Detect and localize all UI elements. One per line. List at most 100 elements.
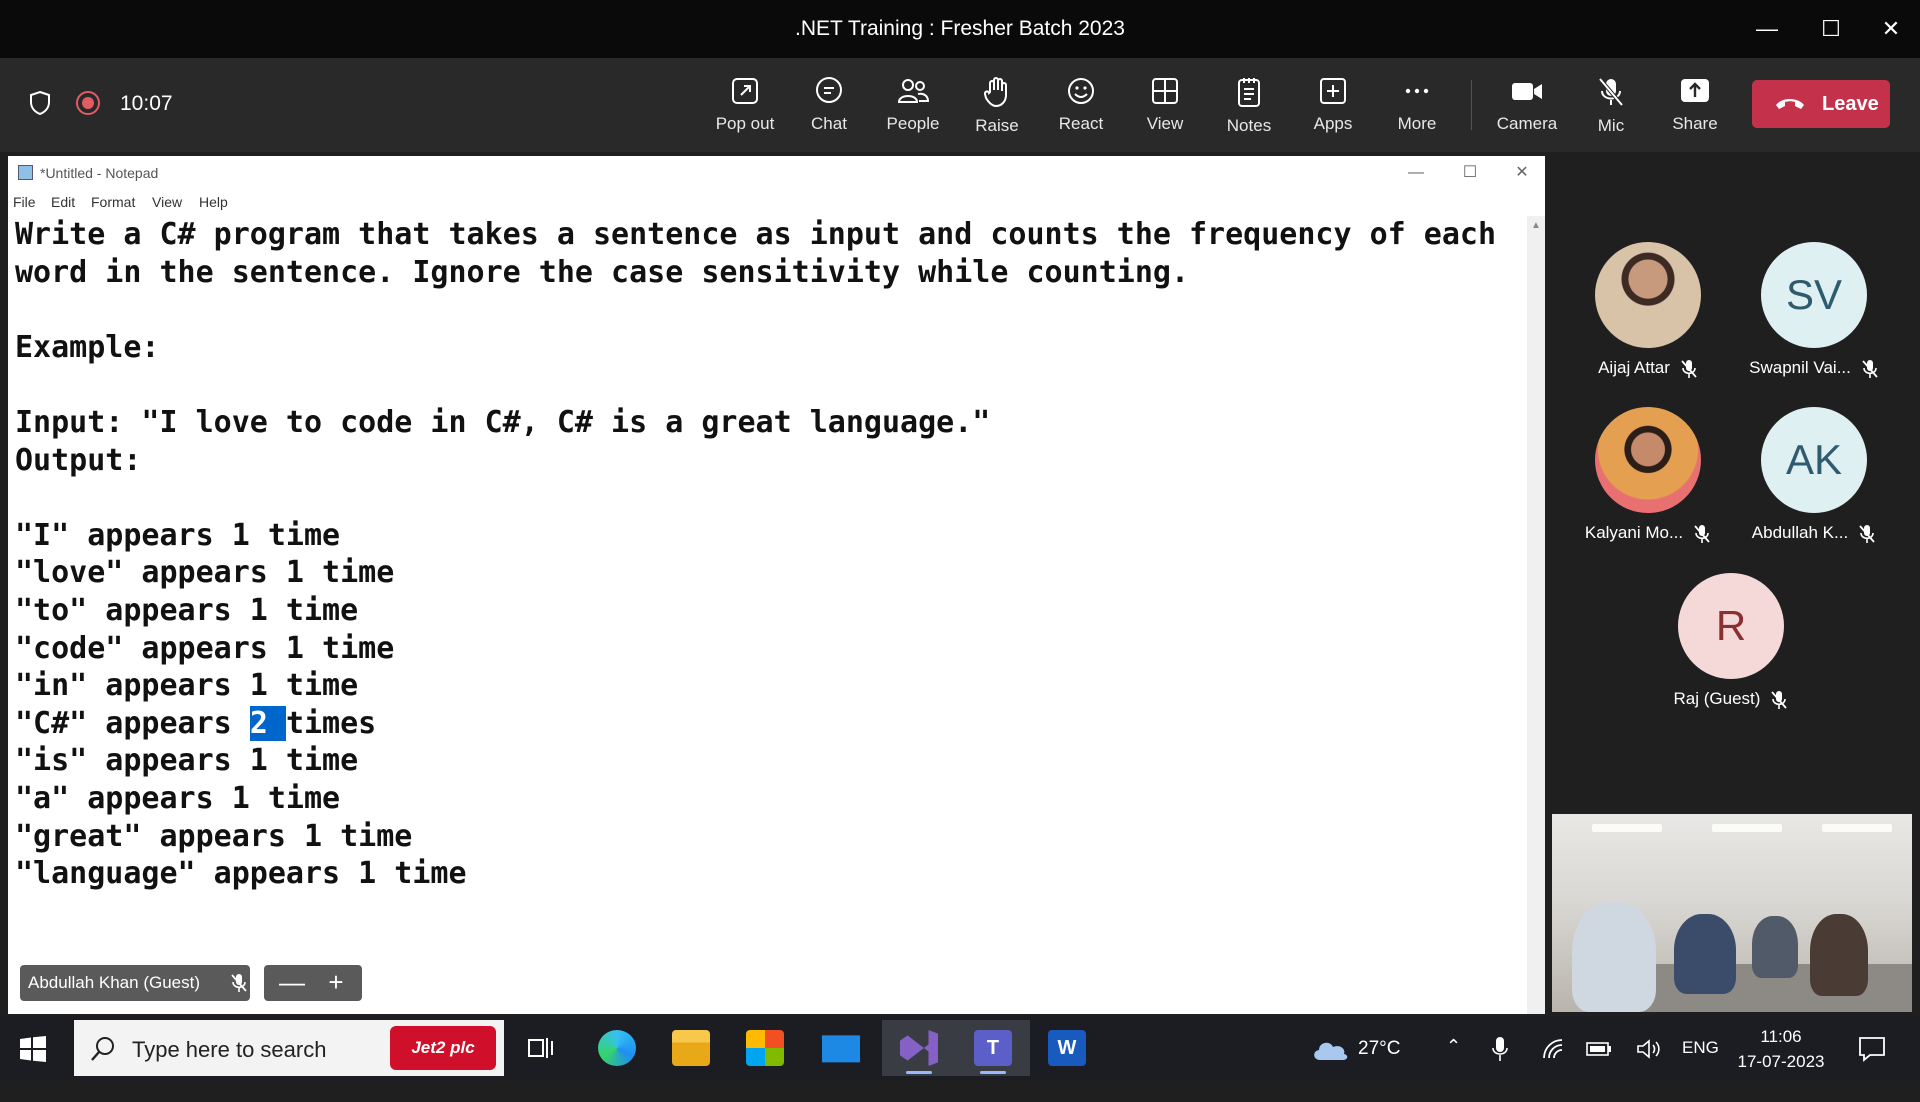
teams-icon: T: [974, 1030, 1012, 1066]
zoom-out-button[interactable]: —: [272, 965, 312, 999]
maximize-button[interactable]: ☐: [1811, 10, 1851, 48]
participant-tile[interactable]: AK Abdullah K...: [1734, 407, 1894, 544]
participant-name: Swapnil Vai...: [1749, 358, 1851, 377]
pop-out-button[interactable]: Pop out: [703, 72, 787, 142]
person-figure: [1810, 914, 1868, 996]
participant-tile[interactable]: Aijaj Attar: [1568, 242, 1728, 379]
visual-studio-icon: [900, 1030, 938, 1066]
notepad-scrollbar[interactable]: ▲: [1527, 216, 1545, 1014]
leave-button[interactable]: Leave: [1752, 80, 1890, 128]
text-line: "great" appears 1 time: [15, 818, 413, 854]
text-line: Example:: [15, 329, 160, 365]
notepad-title: *Untitled - Notepad: [40, 165, 159, 181]
recording-icon: [76, 91, 100, 115]
taskbar-search-box[interactable]: Type here to search Jet2 plc: [74, 1020, 504, 1076]
chat-button[interactable]: Chat: [787, 72, 871, 142]
participant-tile[interactable]: Kalyani Mo...: [1568, 407, 1728, 544]
view-button[interactable]: View: [1123, 72, 1207, 142]
notifications-icon[interactable]: [1858, 1036, 1886, 1062]
toolbar-divider: [1471, 80, 1472, 130]
cloud-icon: [1314, 1042, 1348, 1060]
text-line: [15, 479, 1515, 517]
raise-label: Raise: [975, 116, 1019, 135]
mic-off-icon: [1859, 524, 1875, 543]
menu-edit[interactable]: Edit: [51, 194, 75, 210]
raise-hand-button[interactable]: Raise: [955, 72, 1039, 142]
people-button[interactable]: People: [871, 72, 955, 142]
react-button[interactable]: React: [1039, 72, 1123, 142]
people-label: People: [886, 114, 940, 133]
avatar: R: [1678, 573, 1784, 679]
volume-icon[interactable]: [1636, 1038, 1662, 1060]
folder-icon: [672, 1030, 710, 1066]
zoom-controls: — +: [264, 965, 362, 1001]
more-button[interactable]: More: [1375, 72, 1459, 142]
text-line: "a" appears 1 time: [15, 780, 341, 816]
battery-icon[interactable]: [1586, 1040, 1612, 1058]
notepad-window: *Untitled - Notepad — ☐ ✕ File Edit Form…: [8, 156, 1545, 1014]
store-button[interactable]: [728, 1020, 802, 1076]
file-explorer-button[interactable]: [654, 1020, 728, 1076]
ceiling-light: [1712, 824, 1782, 832]
teams-button[interactable]: T: [956, 1020, 1030, 1076]
window-title-bar: .NET Training : Fresher Batch 2023 — ☐ ✕: [0, 0, 1920, 58]
notes-button[interactable]: Notes: [1207, 72, 1291, 142]
camera-label: Camera: [1496, 114, 1558, 133]
text-line: Write a C# program that takes a sentence…: [15, 217, 1497, 252]
menu-file[interactable]: File: [13, 194, 36, 210]
person-figure: [1572, 902, 1656, 1012]
text-line: word in the sentence. Ignore the case se…: [15, 254, 1189, 290]
avatar: AK: [1761, 407, 1867, 513]
mic-off-icon: [231, 974, 247, 992]
notepad-text-area[interactable]: Write a C# program that takes a sentence…: [15, 216, 1515, 893]
search-highlight-badge[interactable]: Jet2 plc: [390, 1026, 496, 1070]
menu-view[interactable]: View: [152, 194, 182, 210]
apps-icon: [1320, 78, 1346, 104]
notepad-maximize-button[interactable]: ☐: [1450, 160, 1490, 186]
edge-button[interactable]: [580, 1020, 654, 1076]
more-label: More: [1397, 114, 1437, 133]
apps-label: Apps: [1313, 114, 1353, 133]
word-button[interactable]: W: [1030, 1020, 1104, 1076]
view-icon: [1152, 78, 1178, 104]
text-line: Output:: [15, 442, 142, 478]
participant-tile[interactable]: SV Swapnil Vai...: [1734, 242, 1894, 379]
mic-off-icon: [1862, 359, 1878, 378]
phone-hangup-icon: [1776, 99, 1804, 109]
presenter-name: Abdullah Khan (Guest): [28, 973, 200, 992]
notepad-minimize-button[interactable]: —: [1396, 160, 1436, 186]
camera-button[interactable]: Camera: [1485, 72, 1569, 142]
clock-date: 17-07-2023: [1737, 1052, 1825, 1071]
scroll-up-icon[interactable]: ▲: [1531, 220, 1541, 231]
minimize-button[interactable]: —: [1747, 10, 1787, 48]
more-icon: [1405, 88, 1429, 94]
menu-help[interactable]: Help: [199, 194, 228, 210]
taskbar-clock[interactable]: 11:06 17-07-2023: [1726, 1024, 1836, 1074]
microphone-icon[interactable]: [1492, 1036, 1508, 1062]
notepad-close-button[interactable]: ✕: [1502, 160, 1542, 186]
windows-start-icon[interactable]: [20, 1036, 46, 1062]
leave-label: Leave: [1822, 93, 1879, 115]
ceiling-light: [1592, 824, 1662, 832]
person-figure: [1752, 916, 1798, 978]
task-view-button[interactable]: [504, 1020, 578, 1076]
input-language[interactable]: ENG: [1682, 1038, 1719, 1102]
text-after-selection: times: [285, 705, 377, 741]
person-figure: [1674, 914, 1736, 994]
text-line: "in" appears 1 time: [15, 668, 359, 704]
chat-icon: [816, 77, 842, 103]
close-button[interactable]: ✕: [1871, 10, 1911, 48]
menu-format[interactable]: Format: [91, 194, 135, 210]
chevron-up-icon[interactable]: ⌃: [1446, 1036, 1461, 1100]
share-button[interactable]: Share: [1653, 72, 1737, 142]
zoom-in-button[interactable]: +: [316, 965, 356, 999]
apps-button[interactable]: Apps: [1291, 72, 1375, 142]
text-line: "code" appears 1 time: [15, 630, 395, 666]
mic-button[interactable]: Mic: [1569, 72, 1653, 142]
visual-studio-button[interactable]: [882, 1020, 956, 1076]
wifi-icon[interactable]: [1542, 1038, 1566, 1060]
notepad-icon: [18, 165, 33, 180]
meeting-timer: 10:07: [120, 92, 173, 115]
mail-button[interactable]: [804, 1020, 878, 1076]
participant-tile[interactable]: R Raj (Guest): [1651, 573, 1811, 710]
